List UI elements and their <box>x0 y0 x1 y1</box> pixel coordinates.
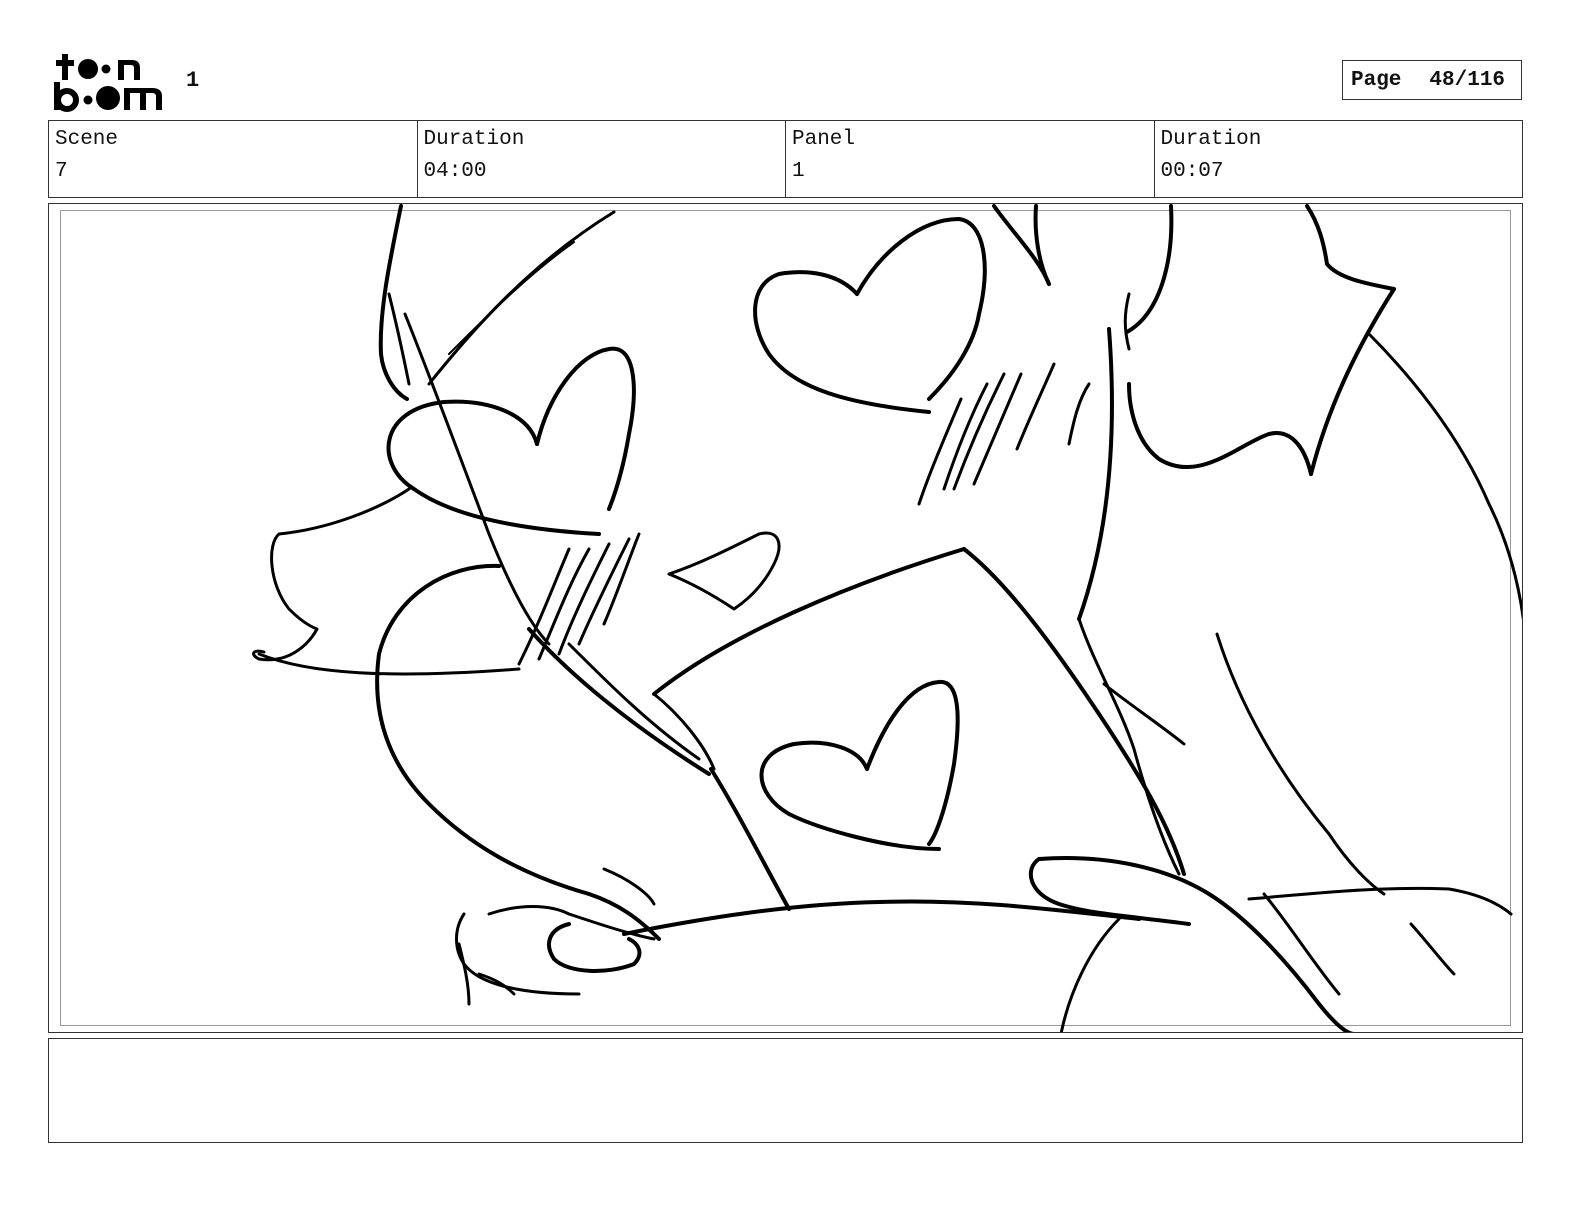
scene-duration-value: 04:00 <box>423 160 487 183</box>
scene-duration-label: Duration <box>423 128 525 151</box>
panel-notes <box>48 1038 1523 1143</box>
storyboard-panel <box>48 203 1523 1033</box>
scene-duration-cell: Duration 04:00 <box>418 121 786 197</box>
panel-duration-label: Duration <box>1160 128 1262 151</box>
scene-value: 7 <box>55 160 68 183</box>
panel-label: Panel <box>792 128 856 151</box>
project-number: 1 <box>186 68 200 93</box>
sketch-characters-hearts-icon <box>252 204 1522 1032</box>
page-value: 48/116 <box>1429 68 1506 92</box>
toonboom-logo-icon <box>54 54 162 112</box>
panel-cell: Panel 1 <box>786 121 1155 197</box>
panel-duration-value: 00:07 <box>1160 160 1224 183</box>
page-indicator: Page 48/116 <box>1342 60 1522 100</box>
panel-value: 1 <box>792 160 805 183</box>
panel-duration-cell: Duration 00:07 <box>1155 121 1523 197</box>
scene-cell: Scene 7 <box>49 121 418 197</box>
page-label: Page <box>1351 68 1402 92</box>
toonboom-logo <box>52 50 164 112</box>
scene-label: Scene <box>55 128 119 151</box>
panel-info-row: Scene 7 Duration 04:00 Panel 1 Duration … <box>48 120 1523 198</box>
